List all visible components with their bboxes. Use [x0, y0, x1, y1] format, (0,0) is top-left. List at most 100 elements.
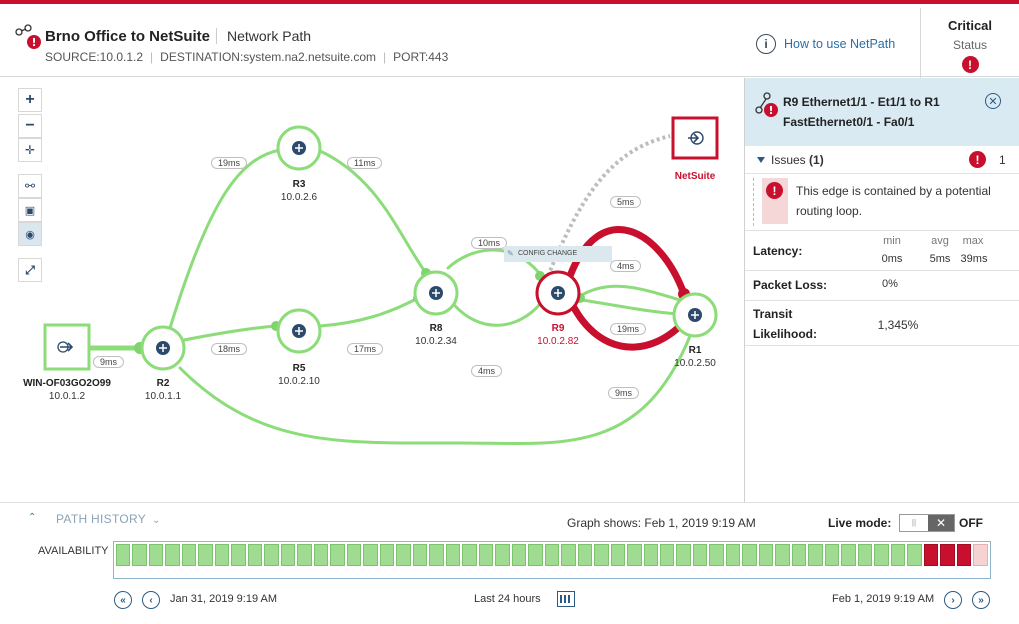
- availability-cell[interactable]: [379, 544, 395, 566]
- availability-cell[interactable]: [429, 544, 444, 566]
- availability-cell[interactable]: [659, 544, 675, 566]
- edge-label-r2-r3[interactable]: 19ms: [211, 157, 248, 169]
- availability-cell[interactable]: [264, 544, 279, 566]
- calendar-icon[interactable]: [557, 591, 575, 607]
- edge-label-r9-r1-b[interactable]: 19ms: [610, 323, 647, 335]
- r8-node-name: R8: [429, 323, 443, 334]
- availability-cell[interactable]: [643, 544, 658, 566]
- availability-cell[interactable]: [198, 544, 213, 566]
- availability-cell[interactable]: [709, 544, 724, 566]
- detail-view-button[interactable]: ◉: [18, 222, 42, 246]
- availability-cell[interactable]: [297, 544, 312, 566]
- r5-node-label[interactable]: R5 10.0.2.10: [278, 362, 320, 388]
- availability-cell[interactable]: [808, 544, 823, 566]
- availability-cell[interactable]: [940, 544, 955, 566]
- r3-node-label[interactable]: R3 10.0.2.6: [281, 178, 317, 204]
- node-view-button[interactable]: ▣: [18, 198, 42, 222]
- availability-cell[interactable]: [247, 544, 263, 566]
- availability-cell[interactable]: [363, 544, 378, 566]
- availability-cell[interactable]: [346, 544, 362, 566]
- availability-cell[interactable]: [857, 544, 873, 566]
- availability-cell[interactable]: [841, 544, 856, 566]
- r2-node-label[interactable]: R2 10.0.1.1: [145, 377, 181, 403]
- path-view-button[interactable]: ⚯: [18, 174, 42, 198]
- availability-cell[interactable]: [956, 544, 972, 566]
- live-mode-toggle[interactable]: || ✕: [899, 514, 955, 532]
- availability-cell[interactable]: [692, 544, 708, 566]
- r9-node-label[interactable]: R9 10.0.2.82: [537, 322, 579, 348]
- zoom-out-button[interactable]: −: [18, 114, 42, 138]
- availability-cell[interactable]: [758, 544, 774, 566]
- availability-cell[interactable]: [923, 544, 939, 566]
- r2-node-ip: 10.0.1.1: [144, 391, 182, 402]
- prev-page-icon[interactable]: ‹: [142, 591, 160, 609]
- availability-cell[interactable]: [561, 544, 576, 566]
- expand-button[interactable]: ⤢: [18, 258, 42, 282]
- availability-cell[interactable]: [725, 544, 741, 566]
- availability-cell[interactable]: [775, 544, 790, 566]
- r1-node-ip: 10.0.2.50: [674, 358, 716, 369]
- edge-label-r2-r5[interactable]: 18ms: [211, 343, 248, 355]
- close-icon[interactable]: ✕: [985, 93, 1001, 109]
- availability-cell[interactable]: [132, 544, 147, 566]
- availability-cell[interactable]: [116, 544, 131, 566]
- transit-label: Transit Likelihood:: [753, 304, 817, 344]
- availability-cell[interactable]: [890, 544, 906, 566]
- availability-cell[interactable]: [495, 544, 510, 566]
- availability-cell[interactable]: [478, 544, 494, 566]
- how-to-link[interactable]: i How to use NetPath: [756, 34, 895, 54]
- availability-cell[interactable]: [824, 544, 840, 566]
- availability-cell[interactable]: [148, 544, 164, 566]
- availability-cell[interactable]: [577, 544, 593, 566]
- availability-cell[interactable]: [742, 544, 757, 566]
- availability-cell[interactable]: [462, 544, 477, 566]
- availability-cell[interactable]: [610, 544, 626, 566]
- zoom-in-button[interactable]: +: [18, 88, 42, 112]
- availability-cell[interactable]: [544, 544, 560, 566]
- availability-cell[interactable]: [280, 544, 296, 566]
- source-node-ip: 10.0.1.2: [48, 391, 86, 402]
- availability-cell[interactable]: [627, 544, 642, 566]
- edge-label-r8-r9-bottom[interactable]: 4ms: [471, 365, 503, 377]
- availability-cell[interactable]: [907, 544, 922, 566]
- network-map[interactable]: + − ✛ ⚯ ▣ ◉ ⤢ WIN-OF03GO2O99 10.0.1.2 R2…: [0, 78, 740, 502]
- availability-cell[interactable]: [676, 544, 691, 566]
- availability-cell[interactable]: [511, 544, 527, 566]
- availability-cell[interactable]: [874, 544, 889, 566]
- availability-cell[interactable]: [528, 544, 543, 566]
- first-page-icon[interactable]: «: [114, 591, 132, 609]
- r8-node-label[interactable]: R8 10.0.2.34: [415, 322, 457, 348]
- next-page-icon[interactable]: ›: [944, 591, 962, 609]
- availability-cell[interactable]: [412, 544, 428, 566]
- availability-cell[interactable]: [973, 544, 988, 566]
- availability-cell[interactable]: [231, 544, 246, 566]
- dest-node-label[interactable]: NetSuite: [675, 170, 716, 183]
- r1-node-label[interactable]: R1 10.0.2.50: [674, 344, 716, 370]
- availability-cell[interactable]: [594, 544, 609, 566]
- edge-label-r8-r9-top[interactable]: 10ms: [471, 237, 508, 249]
- chevron-down-icon: ⌄: [152, 515, 161, 526]
- edge-label-r5-r8[interactable]: 17ms: [347, 343, 384, 355]
- latency-max-label: max: [962, 235, 984, 247]
- edge-label-r3-r8[interactable]: 11ms: [347, 157, 383, 169]
- availability-cell[interactable]: [791, 544, 807, 566]
- availability-cell[interactable]: [214, 544, 230, 566]
- last-page-icon[interactable]: »: [972, 591, 990, 609]
- availability-cell[interactable]: [313, 544, 329, 566]
- edge-label-r2-r1[interactable]: 9ms: [608, 387, 640, 399]
- availability-cell[interactable]: [396, 544, 411, 566]
- availability-cell[interactable]: [330, 544, 345, 566]
- config-change-badge[interactable]: CONFIG CHANGE: [504, 246, 612, 262]
- edge-label-src-r2[interactable]: 9ms: [93, 356, 125, 368]
- edge-label-r9-dest[interactable]: 5ms: [610, 196, 642, 208]
- issues-toggle[interactable]: Issues (1) ! 1: [745, 146, 1019, 174]
- availability-cell[interactable]: [181, 544, 197, 566]
- availability-cell[interactable]: [445, 544, 461, 566]
- availability-cell[interactable]: [165, 544, 180, 566]
- issues-count: 1: [999, 153, 1006, 167]
- path-history-toggle[interactable]: ⌃ PATH HISTORY ⌄: [28, 512, 161, 526]
- edge-label-r9-r1-a[interactable]: 4ms: [610, 260, 642, 272]
- availability-bar[interactable]: [113, 541, 991, 579]
- fit-to-screen-button[interactable]: ✛: [18, 138, 42, 162]
- source-node-label[interactable]: WIN-OF03GO2O99 10.0.1.2: [23, 377, 111, 403]
